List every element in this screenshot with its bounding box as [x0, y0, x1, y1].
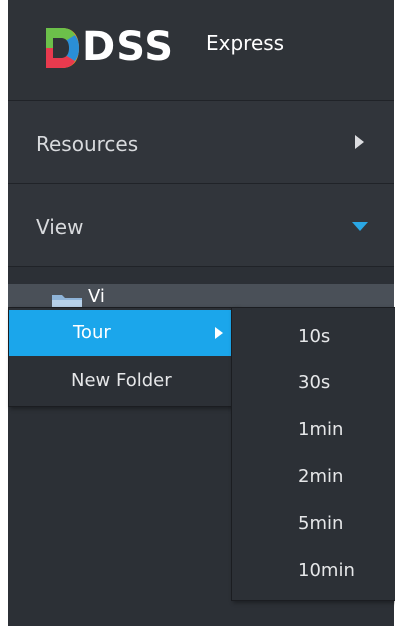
tour-interval-label: 1min [298, 419, 344, 440]
brand-name: DSS [82, 24, 175, 70]
new-folder-label: New Folder [71, 370, 172, 391]
tour-interval-item[interactable]: 1min [232, 407, 395, 453]
tree-root-label: Vi [88, 286, 105, 307]
nav-view[interactable]: View [8, 184, 394, 267]
tour-interval-label: 10s [298, 326, 331, 347]
tour-interval-item[interactable]: 30s [232, 360, 395, 406]
nav-resources[interactable]: Resources [8, 101, 394, 184]
tour-interval-item[interactable]: 2min [232, 454, 395, 500]
nav-view-label: View [36, 215, 84, 239]
context-menu: Tour New Folder [8, 307, 239, 407]
tour-label: Tour [73, 322, 111, 343]
tour-interval-submenu: 10s 30s 1min 2min 5min 10min [231, 307, 395, 601]
view-tree-root-row[interactable]: Vi [8, 284, 394, 310]
submenu-arrow-icon [215, 327, 223, 339]
tour-interval-item[interactable]: 10s [232, 314, 395, 360]
context-menu-item-tour[interactable]: Tour [9, 310, 238, 356]
tour-interval-item[interactable]: 10min [232, 548, 395, 594]
tour-interval-label: 30s [298, 372, 331, 393]
caret-down-icon [352, 222, 368, 231]
context-menu-item-new-folder[interactable]: New Folder [9, 358, 238, 404]
app-header: DSS Express [8, 0, 394, 101]
nav-resources-label: Resources [36, 132, 139, 156]
tour-interval-label: 10min [298, 560, 355, 581]
dss-logo-icon [46, 28, 79, 68]
tour-interval-label: 5min [298, 513, 344, 534]
tour-interval-label: 2min [298, 466, 344, 487]
brand-subtitle: Express [206, 31, 285, 55]
tour-interval-item[interactable]: 5min [232, 501, 395, 547]
caret-right-icon [355, 135, 364, 149]
